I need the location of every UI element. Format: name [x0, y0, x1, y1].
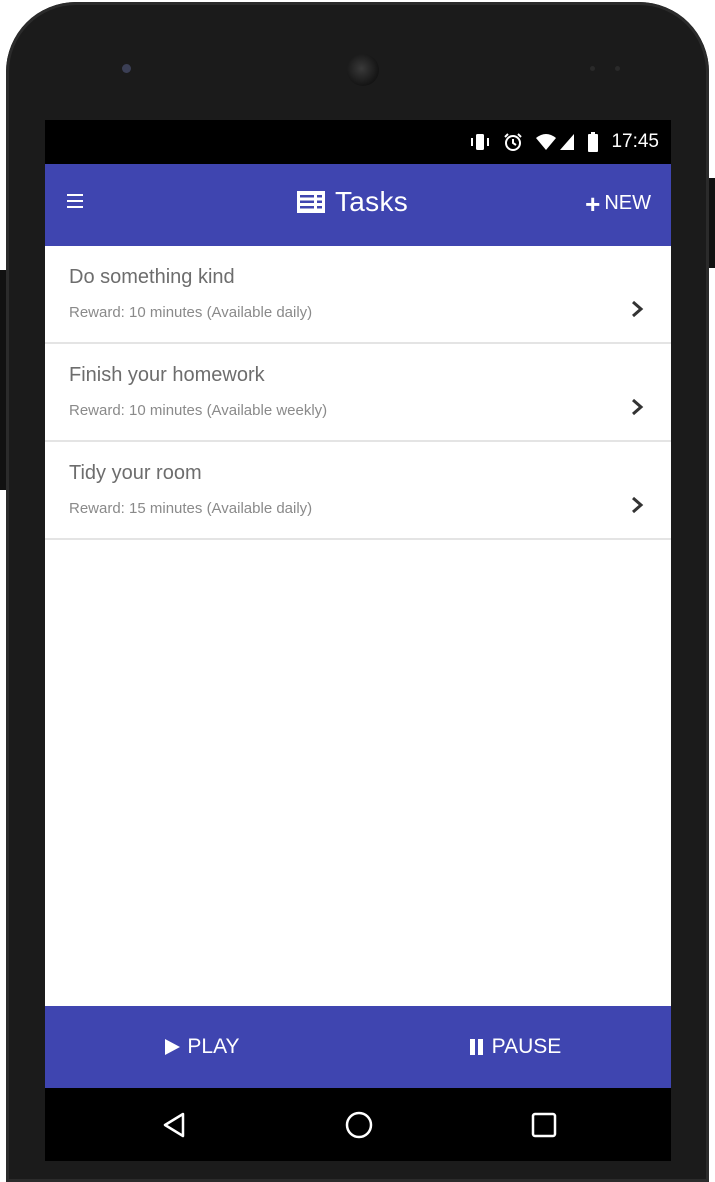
play-button[interactable]: PLAY: [45, 1006, 358, 1088]
task-reward: Reward: 10 minutes (Available weekly): [69, 402, 328, 419]
front-sensor-dot: [122, 64, 131, 73]
battery-icon: [587, 132, 599, 152]
pause-icon: [469, 1039, 483, 1055]
new-button-label: NEW: [604, 192, 651, 214]
chevron-right-icon: [632, 300, 644, 318]
task-list: Do something kind Reward: 10 minutes (Av…: [45, 246, 671, 540]
task-reward: Reward: 15 minutes (Available daily): [69, 500, 313, 517]
play-icon: [165, 1039, 181, 1055]
back-icon[interactable]: [159, 1110, 189, 1140]
pause-label: PAUSE: [491, 1035, 562, 1058]
wifi-icon: [535, 133, 557, 151]
playback-bar: PLAY PAUSE: [45, 1006, 671, 1088]
signal-icon: [559, 133, 575, 151]
list-item[interactable]: Finish your homework Reward: 10 minutes …: [45, 344, 671, 442]
new-task-button[interactable]: + NEW: [585, 188, 651, 219]
pause-button[interactable]: PAUSE: [358, 1006, 671, 1088]
app-bar: Tasks + NEW: [45, 164, 671, 246]
task-list-icon: [297, 191, 325, 213]
status-bar: 17:45: [45, 120, 671, 164]
task-title: Tidy your room: [69, 462, 202, 484]
play-label: PLAY: [187, 1035, 240, 1058]
alarm-icon: [503, 132, 523, 152]
list-item[interactable]: Do something kind Reward: 10 minutes (Av…: [45, 246, 671, 344]
proximity-sensor: [590, 66, 620, 71]
page-title: Tasks: [335, 186, 409, 217]
volume-button: [0, 270, 6, 490]
chevron-right-icon: [632, 398, 644, 416]
task-title: Do something kind: [69, 266, 235, 288]
phone-screen: 17:45 Tasks + NEW Do something kind Rewa…: [45, 120, 671, 1088]
home-icon[interactable]: [344, 1110, 374, 1140]
vibrate-icon: [469, 133, 491, 151]
plus-icon: +: [585, 188, 601, 219]
power-button: [709, 178, 715, 268]
app-title-group: Tasks: [297, 186, 408, 218]
hamburger-menu-icon[interactable]: [67, 194, 83, 208]
system-nav-bar: [45, 1088, 671, 1161]
status-time: 17:45: [611, 131, 659, 152]
list-item[interactable]: Tidy your room Reward: 15 minutes (Avail…: [45, 442, 671, 540]
task-title: Finish your homework: [69, 364, 265, 386]
recents-icon[interactable]: [529, 1110, 559, 1140]
task-reward: Reward: 10 minutes (Available daily): [69, 304, 313, 321]
chevron-right-icon: [632, 496, 644, 514]
front-camera: [347, 54, 379, 86]
